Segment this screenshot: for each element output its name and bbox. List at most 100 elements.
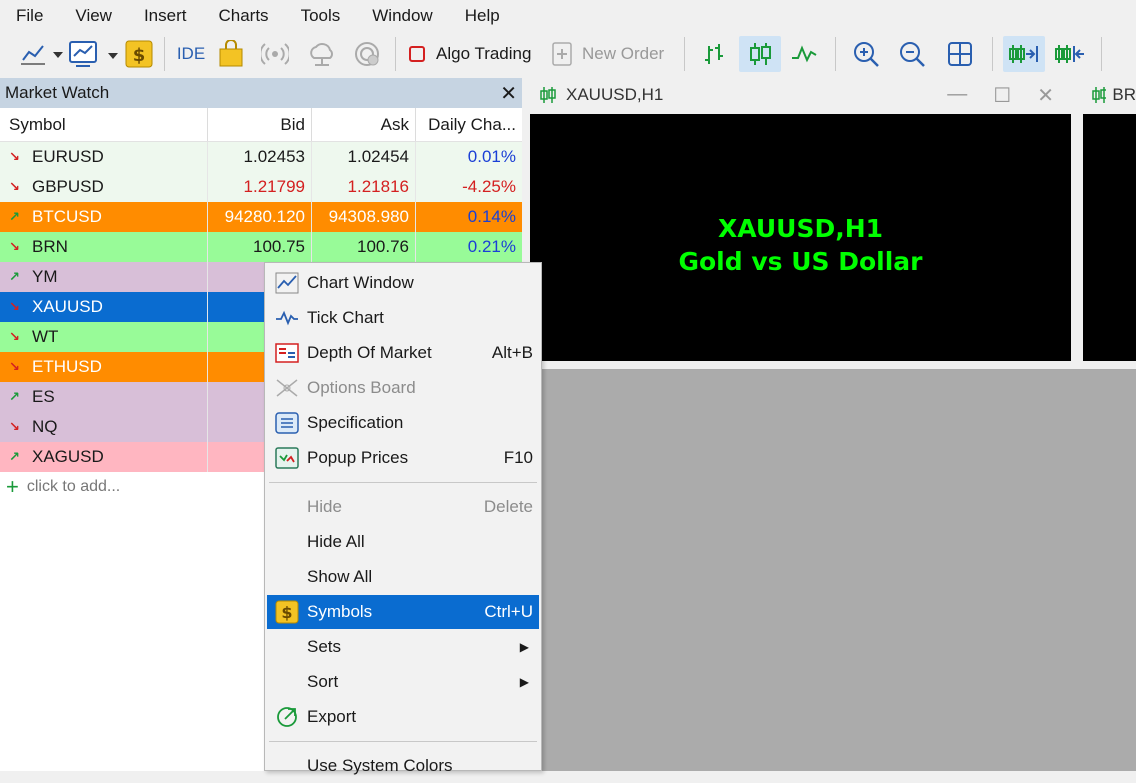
menu-window[interactable]: Window xyxy=(356,0,448,32)
table-row[interactable]: ↘ BRN 100.75 100.76 0.21% xyxy=(0,232,522,262)
menu-item-popup-prices[interactable]: Popup Prices F10 xyxy=(267,441,539,475)
menu-insert[interactable]: Insert xyxy=(128,0,203,32)
stop-icon xyxy=(409,46,425,62)
add-symbol-label: click to add... xyxy=(26,478,121,495)
zoom-in-icon xyxy=(854,42,879,67)
ask-cell: 100.76 xyxy=(312,232,416,262)
tile-windows-button[interactable] xyxy=(938,36,982,72)
arrow-up-icon: ↗ xyxy=(9,389,20,404)
new-chart-button[interactable] xyxy=(16,36,64,72)
symbol-cell: ↗ YM xyxy=(0,262,208,292)
maximize-icon[interactable]: ☐ xyxy=(993,83,1011,108)
daily-change-cell: 0.14% xyxy=(467,207,516,226)
menu-item-symbols[interactable]: $ Symbols Ctrl+U xyxy=(267,595,539,629)
bar-chart-button[interactable] xyxy=(695,36,735,72)
symbol-name: NQ xyxy=(32,417,58,436)
menu-item-label: Hide All xyxy=(307,532,365,551)
arrow-up-icon: ↗ xyxy=(9,449,20,464)
auto-scroll-button[interactable] xyxy=(1003,36,1045,72)
menu-file[interactable]: File xyxy=(0,0,59,32)
menu-item-use-system-colors[interactable]: Use System Colors xyxy=(267,749,539,783)
symbol-cell: ↘ GBPUSD xyxy=(0,172,208,202)
table-row[interactable]: ↘ EURUSD 1.02453 1.02454 0.01% xyxy=(0,142,522,172)
algo-trading-button[interactable]: Algo Trading xyxy=(406,36,546,72)
symbol-name: YM xyxy=(32,267,58,286)
svg-text:$: $ xyxy=(133,45,146,66)
signal-icon xyxy=(261,43,289,65)
ask-cell: 1.21816 xyxy=(312,172,416,202)
menu-item-hide[interactable]: Hide Delete xyxy=(267,490,539,524)
chart-window-br[interactable]: BR xyxy=(1078,78,1136,369)
minimize-icon[interactable]: — xyxy=(947,83,967,108)
zoom-out-icon xyxy=(900,42,925,67)
menu-bar: File View Insert Charts Tools Window Hel… xyxy=(0,0,1136,32)
symbol-cell: ↘ BRN xyxy=(0,232,208,262)
chart-window-titlebar: XAUUSD,H1 — ☐ ✕ xyxy=(530,78,1074,112)
menu-item-label: Options Board xyxy=(307,378,416,397)
ask-cell: 94308.980 xyxy=(312,202,416,232)
daily-change-cell: -4.25% xyxy=(462,177,516,196)
market-button[interactable]: $ xyxy=(124,36,154,72)
bid-cell: 1.02453 xyxy=(208,142,312,172)
submenu-arrow-icon: ▶ xyxy=(519,675,529,689)
column-header-ask[interactable]: Ask xyxy=(312,108,416,141)
menu-item-sets[interactable]: Sets ▶ xyxy=(267,630,539,664)
zoom-out-button[interactable] xyxy=(890,36,934,72)
new-order-button[interactable]: New Order xyxy=(550,36,674,72)
table-row[interactable]: ↗ BTCUSD 94280.120 94308.980 0.14% xyxy=(0,202,522,232)
shopping-bag-icon xyxy=(219,40,243,67)
submenu-arrow-icon: ▶ xyxy=(519,640,529,654)
arrow-down-icon: ↘ xyxy=(9,149,20,164)
menu-item-show-all[interactable]: Show All xyxy=(267,560,539,594)
symbol-name: XAUUSD xyxy=(32,297,103,316)
symbol-name: ETHUSD xyxy=(32,357,102,376)
symbol-name: ES xyxy=(32,387,55,406)
menu-item-label: Export xyxy=(307,707,357,726)
table-row[interactable]: ↘ GBPUSD 1.21799 1.21816 -4.25% xyxy=(0,172,522,202)
signals-button[interactable] xyxy=(255,36,295,72)
menu-shortcut: F10 xyxy=(503,448,533,467)
symbol-cell: ↘ ETHUSD xyxy=(0,352,208,382)
export-icon xyxy=(275,705,299,729)
menu-item-export[interactable]: Export xyxy=(267,700,539,734)
menu-item-hide-all[interactable]: Hide All xyxy=(267,525,539,559)
menu-item-tick-chart[interactable]: Tick Chart xyxy=(267,301,539,335)
menu-item-sort[interactable]: Sort ▶ xyxy=(267,665,539,699)
menu-tools[interactable]: Tools xyxy=(285,0,357,32)
menu-item-chart-window[interactable]: Chart Window xyxy=(267,266,539,300)
zoom-in-button[interactable] xyxy=(846,36,886,72)
chart-canvas[interactable] xyxy=(1083,114,1136,361)
symbol-cell: ↘ WT xyxy=(0,322,208,352)
market-bag-button[interactable] xyxy=(211,36,251,72)
daily-change-cell: 0.21% xyxy=(467,237,516,256)
chart-shift-button[interactable] xyxy=(1049,36,1091,72)
column-header-bid[interactable]: Bid xyxy=(208,108,312,141)
menu-item-depth-of-market[interactable]: Depth Of Market Alt+B xyxy=(267,336,539,370)
line-chart-button[interactable] xyxy=(785,36,825,72)
context-menu: Chart Window Tick Chart Depth Of Market Alt… xyxy=(264,262,542,775)
menu-view[interactable]: View xyxy=(59,0,128,32)
chart-description-label: Gold vs US Dollar xyxy=(678,247,923,276)
chart-canvas[interactable]: XAUUSD,H1 Gold vs US Dollar xyxy=(530,114,1071,361)
dollar-icon: $ xyxy=(125,40,153,68)
menu-item-specification[interactable]: Specification xyxy=(267,406,539,440)
vps-button[interactable] xyxy=(299,36,345,72)
radar-button[interactable] xyxy=(349,36,385,72)
specification-icon xyxy=(275,412,299,434)
ide-button[interactable]: IDE xyxy=(175,36,207,72)
close-icon[interactable]: ✕ xyxy=(500,81,517,106)
profiles-button[interactable] xyxy=(68,36,120,72)
menu-item-label: Sets xyxy=(307,637,342,656)
menu-charts[interactable]: Charts xyxy=(202,0,284,32)
candlestick-button[interactable] xyxy=(739,36,781,72)
close-icon[interactable]: ✕ xyxy=(1037,83,1054,108)
menu-item-label: Hide xyxy=(307,497,342,516)
bid-cell: 100.75 xyxy=(208,232,312,262)
menu-help[interactable]: Help xyxy=(449,0,516,32)
column-header-symbol[interactable]: Symbol xyxy=(0,108,208,141)
chart-window-xauusd[interactable]: XAUUSD,H1 — ☐ ✕ XAUUSD,H1 Gold vs US Dol… xyxy=(530,78,1074,369)
column-header-daily-change[interactable]: Daily Cha... xyxy=(416,108,522,141)
symbol-name: XAGUSD xyxy=(32,447,104,466)
menu-item-options-board[interactable]: Options Board xyxy=(267,371,539,405)
ask-cell: 1.02454 xyxy=(312,142,416,172)
